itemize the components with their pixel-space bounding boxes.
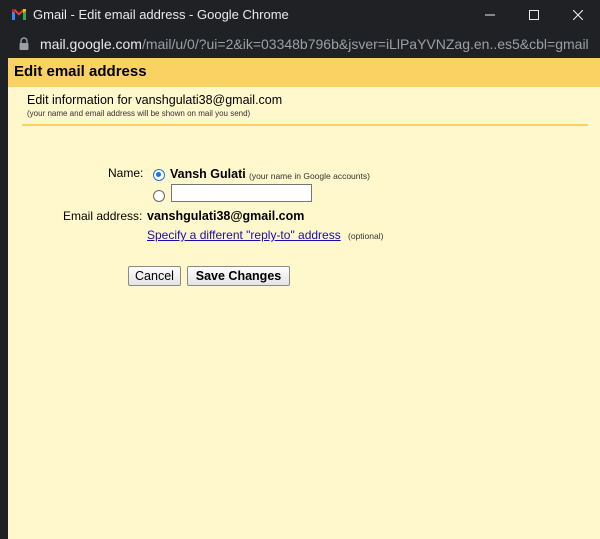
url-host: mail.google.com [40, 36, 142, 52]
name-custom-input[interactable] [171, 184, 312, 202]
save-changes-button[interactable]: Save Changes [187, 266, 290, 286]
browser-window: Gmail - Edit email address - Google Chro… [0, 0, 600, 539]
close-icon [573, 10, 583, 20]
email-value: vanshgulati38@gmail.com [147, 209, 305, 223]
divider [22, 124, 588, 126]
name-custom-radio[interactable] [153, 190, 165, 202]
dialog-title: Edit email address [14, 63, 147, 80]
name-label: Name: [108, 166, 144, 180]
name-current-radio[interactable] [153, 169, 165, 181]
name-current-label[interactable]: Vansh Gulati [170, 167, 246, 181]
minimize-button[interactable] [468, 0, 512, 30]
reply-to-optional-note: (optional) [348, 231, 384, 241]
close-button[interactable] [556, 0, 600, 30]
address-bar[interactable]: mail.google.com/mail/u/0/?ui=2&ik=03348b… [0, 30, 600, 58]
lock-icon[interactable] [18, 37, 30, 51]
maximize-button[interactable] [512, 0, 556, 30]
edit-info-panel: Edit information for vanshgulati38@gmail… [18, 87, 590, 539]
name-current-note: (your name in Google accounts) [249, 171, 370, 181]
url-text[interactable]: mail.google.com/mail/u/0/?ui=2&ik=03348b… [40, 36, 588, 52]
email-label: Email address: [63, 209, 143, 223]
maximize-icon [529, 10, 539, 20]
gmail-logo-icon [12, 9, 26, 20]
reply-to-link[interactable]: Specify a different "reply-to" address [147, 228, 341, 242]
cancel-button[interactable]: Cancel [128, 266, 181, 286]
dialog-content: Edit email address Edit information for … [8, 58, 600, 539]
dialog-header: Edit email address [8, 58, 600, 87]
window-title: Gmail - Edit email address - Google Chro… [33, 7, 289, 22]
info-heading: Edit information for vanshgulati38@gmail… [27, 93, 283, 107]
info-subtext: (your name and email address will be sho… [27, 109, 251, 118]
title-bar: Gmail - Edit email address - Google Chro… [0, 0, 600, 30]
url-path: /mail/u/0/?ui=2&ik=03348b796b&jsver=iLlP… [141, 36, 588, 52]
minimize-icon [485, 14, 495, 16]
